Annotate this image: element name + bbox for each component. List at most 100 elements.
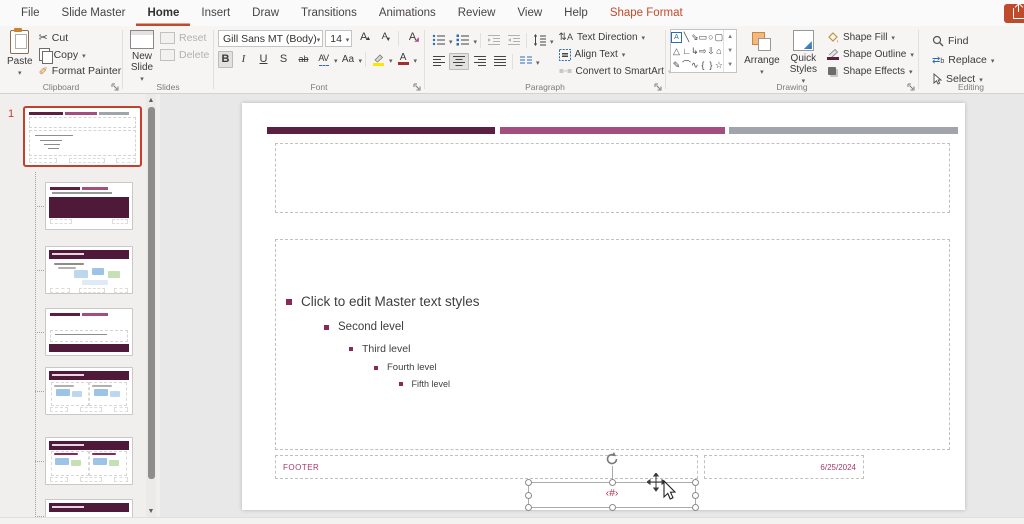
increase-font-size-button[interactable]: A▲	[354, 30, 373, 47]
numbering-button[interactable]	[454, 32, 473, 49]
shape-gallery-scroll-down[interactable]: ▼	[724, 44, 736, 58]
scrollbar-thumb[interactable]	[148, 107, 155, 479]
change-case-button[interactable]: Aa	[339, 51, 358, 68]
reset-button[interactable]: Reset	[157, 30, 212, 46]
shape-star[interactable]: ☆	[715, 58, 724, 72]
clipboard-dialog-launcher[interactable]	[111, 83, 119, 91]
font-color-caret[interactable]	[414, 50, 418, 68]
selection-handle[interactable]	[692, 492, 699, 499]
character-spacing-caret[interactable]	[334, 50, 338, 68]
title-placeholder[interactable]	[275, 143, 950, 213]
slide-canvas[interactable]: Click to edit Master text styles Second …	[242, 103, 965, 510]
font-name-combo[interactable]: Gill Sans MT (Body)	[218, 30, 323, 47]
accent-bar-gray[interactable]	[729, 127, 958, 134]
date-placeholder[interactable]: 6/25/2024	[704, 455, 864, 479]
bullets-button[interactable]	[429, 32, 448, 49]
thumbnail-layout-4[interactable]	[45, 367, 133, 415]
selection-handle[interactable]	[525, 504, 532, 511]
shape-fill-button[interactable]: Shape Fill	[824, 30, 917, 45]
tab-slide-master[interactable]: Slide Master	[51, 0, 137, 26]
paragraph-dialog-launcher[interactable]	[654, 83, 662, 91]
text-shadow-button[interactable]: S	[274, 51, 293, 68]
thumbnail-layout-6[interactable]	[45, 499, 133, 517]
shape-curve[interactable]: ∿	[691, 58, 699, 72]
bullet-level-2[interactable]: Second level	[324, 321, 404, 333]
align-right-button[interactable]	[470, 53, 489, 70]
replace-button[interactable]: ⇄b Replace	[929, 52, 1019, 68]
clear-formatting-button[interactable]: A◢	[403, 30, 422, 47]
highlight-color-button[interactable]	[369, 51, 388, 68]
shape-left-brace[interactable]: {	[699, 58, 708, 72]
decrease-indent-button[interactable]	[484, 32, 503, 49]
font-dialog-launcher[interactable]	[413, 83, 421, 91]
shape-rectangle[interactable]: ▭	[699, 30, 708, 44]
decrease-font-size-button[interactable]: A▼	[375, 30, 394, 47]
selection-handle[interactable]	[692, 504, 699, 511]
columns-button[interactable]	[516, 53, 535, 70]
thumbnail-layout-2[interactable]	[45, 246, 133, 294]
strikethrough-button[interactable]: ab	[294, 51, 313, 68]
shape-elbow-arrow-connector[interactable]: ↳	[691, 44, 699, 58]
align-text-button[interactable]: Align Text	[559, 47, 672, 62]
quick-styles-button[interactable]: Quick Styles	[787, 29, 820, 79]
scroll-up-arrow[interactable]: ▲	[146, 94, 156, 106]
font-color-button[interactable]: A	[394, 51, 413, 68]
align-text-caret[interactable]	[622, 49, 626, 60]
tab-review[interactable]: Review	[447, 0, 507, 26]
shape-triangle[interactable]: △	[671, 44, 682, 58]
tab-home[interactable]: Home	[136, 0, 190, 26]
bullet-level-4[interactable]: Fourth level	[374, 362, 437, 373]
selection-handle[interactable]	[609, 504, 616, 511]
bullet-level-3[interactable]: Third level	[349, 343, 410, 355]
increase-indent-button[interactable]	[504, 32, 523, 49]
thumbnail-layout-1[interactable]	[45, 182, 133, 230]
columns-caret[interactable]	[536, 52, 540, 70]
shape-outline-button[interactable]: Shape Outline	[824, 47, 917, 62]
cut-button[interactable]: ✂ Cut	[36, 30, 125, 46]
selection-handle[interactable]	[525, 492, 532, 499]
replace-caret[interactable]	[991, 54, 995, 66]
shape-rounded-rectangle[interactable]: ▢	[715, 30, 724, 44]
thumbnail-layout-3[interactable]	[45, 308, 133, 356]
drawing-dialog-launcher[interactable]	[907, 83, 915, 91]
arrange-caret[interactable]	[760, 66, 764, 78]
scroll-down-arrow[interactable]: ▼	[146, 505, 156, 517]
shape-right-brace[interactable]: }	[707, 58, 715, 72]
line-spacing-button[interactable]	[530, 32, 549, 49]
tab-help[interactable]: Help	[553, 0, 599, 26]
convert-to-smartart-button[interactable]: Convert to SmartArt	[559, 64, 672, 79]
tab-view[interactable]: View	[506, 0, 553, 26]
paste-button[interactable]: Paste	[4, 29, 36, 79]
rotation-handle-icon[interactable]	[604, 451, 620, 467]
copy-button[interactable]: Copy	[36, 47, 125, 63]
new-slide-button[interactable]: New Slide	[127, 29, 157, 79]
delete-button[interactable]: Delete	[157, 47, 212, 63]
tab-insert[interactable]: Insert	[190, 0, 241, 26]
shape-elbow-connector[interactable]: ∟	[682, 44, 691, 58]
accent-bar-magenta[interactable]	[500, 127, 725, 134]
footer-placeholder[interactable]: FOOTER	[275, 455, 698, 479]
shape-line[interactable]: ╲	[682, 30, 691, 44]
justify-button[interactable]	[490, 53, 509, 70]
shape-text-box[interactable]: A	[671, 30, 682, 44]
text-direction-caret[interactable]	[642, 32, 646, 43]
selection-handle[interactable]	[609, 479, 616, 486]
font-size-combo[interactable]: 14	[325, 30, 352, 47]
selection-handle[interactable]	[525, 479, 532, 486]
tab-draw[interactable]: Draw	[241, 0, 290, 26]
shape-effects-caret[interactable]	[909, 66, 913, 77]
text-direction-button[interactable]: ⇅A Text Direction	[559, 30, 672, 45]
shape-effects-button[interactable]: Shape Effects	[824, 64, 917, 79]
tab-animations[interactable]: Animations	[368, 0, 447, 26]
shape-arrow[interactable]: ⇘	[691, 30, 699, 44]
tab-transitions[interactable]: Transitions	[290, 0, 368, 26]
character-spacing-button[interactable]: AV	[314, 51, 333, 68]
thumbnail-slide-master[interactable]	[23, 106, 142, 167]
shape-down-arrow[interactable]: ⇩	[707, 44, 715, 58]
shape-fill-caret[interactable]	[891, 32, 895, 43]
align-center-button[interactable]	[449, 53, 469, 70]
selection-handle[interactable]	[692, 479, 699, 486]
highlight-color-caret[interactable]	[389, 50, 393, 68]
body-placeholder[interactable]: Click to edit Master text styles Second …	[275, 239, 950, 450]
underline-button[interactable]: U	[254, 51, 273, 68]
